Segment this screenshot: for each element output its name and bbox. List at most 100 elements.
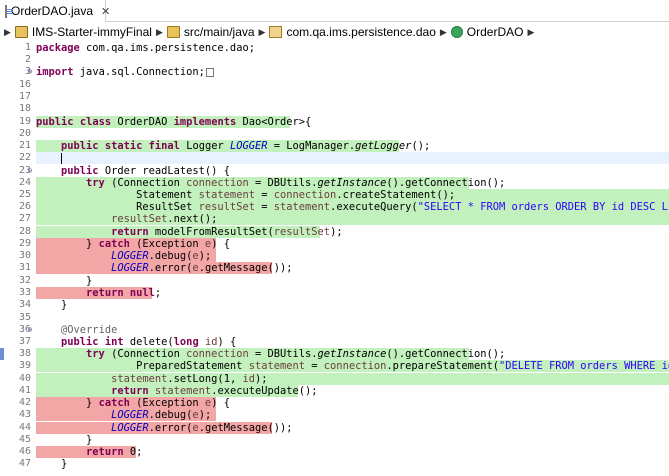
line-number: 47 bbox=[18, 458, 31, 469]
code-text: return modelFromResultSet(resultSet); bbox=[111, 226, 343, 238]
collapse-fold-icon[interactable]: ⊖ bbox=[26, 324, 34, 336]
chevron-right-icon[interactable]: ▶ bbox=[527, 27, 534, 38]
tab-orderdao-java[interactable]: OrderDAO.java ✕ bbox=[0, 0, 110, 22]
breadcrumb-item-class[interactable]: OrderDAO bbox=[450, 25, 524, 39]
code-text: resultSet.next(); bbox=[111, 213, 218, 225]
chevron-right-icon[interactable]: ▶ bbox=[440, 27, 447, 38]
package-icon bbox=[269, 26, 283, 38]
line-number: 31 bbox=[18, 262, 31, 273]
breadcrumb-item-package[interactable]: com.qa.ims.persistence.dao bbox=[269, 25, 436, 39]
line-number: 17 bbox=[18, 91, 31, 102]
code-line: 18 bbox=[0, 103, 669, 115]
line-number: 28 bbox=[18, 226, 31, 237]
code-text: try (Connection connection = DBUtils.get… bbox=[86, 177, 506, 189]
code-text: } catch (Exception e) { bbox=[36, 238, 230, 250]
code-line: 41 return statement.executeUpdate(); bbox=[0, 385, 669, 397]
code-editor[interactable]: 1 package com.qa.ims.persistence.dao; 2 … bbox=[0, 42, 669, 476]
line-number: 42 bbox=[18, 397, 31, 408]
chevron-right-icon[interactable]: ▶ bbox=[4, 27, 11, 38]
code-text: LOGGER.debug(e); bbox=[111, 250, 212, 262]
code-line: 23 ⊖ public Order readLatest() { bbox=[0, 165, 669, 177]
line-number: 43 bbox=[18, 409, 31, 420]
code-line: 38 try (Connection connection = DBUtils.… bbox=[0, 348, 669, 360]
code-text: public int delete(long id) { bbox=[61, 336, 237, 348]
breadcrumb-label: com.qa.ims.persistence.dao bbox=[286, 25, 436, 39]
line-number: 33 bbox=[18, 287, 31, 298]
code-line: 17 bbox=[0, 91, 669, 103]
code-line: 33 return null; bbox=[0, 287, 669, 299]
line-number: 25 bbox=[18, 189, 31, 200]
code-text: public class OrderDAO implements Dao<Ord… bbox=[36, 116, 312, 128]
line-number: 29 bbox=[18, 238, 31, 249]
line-number: 40 bbox=[18, 373, 31, 384]
java-file-icon bbox=[5, 4, 13, 18]
current-line-highlight bbox=[36, 152, 669, 164]
line-number: 46 bbox=[18, 446, 31, 457]
code-line: 19 public class OrderDAO implements Dao<… bbox=[0, 116, 669, 128]
code-line: 3 ⊕ import java.sql.Connection; bbox=[0, 66, 669, 78]
breadcrumb-label: OrderDAO bbox=[466, 25, 524, 39]
line-number: 44 bbox=[18, 422, 31, 433]
code-text: } bbox=[36, 458, 68, 470]
line-number: 32 bbox=[18, 275, 31, 286]
code-line: 45 } bbox=[0, 434, 669, 446]
code-line: 30 LOGGER.debug(e); bbox=[0, 250, 669, 262]
code-line: 32 } bbox=[0, 275, 669, 287]
code-line current-line: 22 bbox=[0, 152, 669, 164]
expand-fold-icon[interactable]: ⊕ bbox=[26, 66, 34, 78]
code-text: } bbox=[36, 434, 93, 446]
code-line: 21 public static final Logger LOGGER = L… bbox=[0, 140, 669, 152]
line-number: 35 bbox=[18, 312, 31, 323]
line-number: 30 bbox=[18, 250, 31, 261]
line-number: 37 bbox=[18, 336, 31, 347]
code-text: return statement.executeUpdate(); bbox=[111, 385, 318, 397]
collapse-fold-icon[interactable]: ⊖ bbox=[26, 165, 34, 177]
line-number: 41 bbox=[18, 385, 31, 396]
breadcrumb-item-project[interactable]: IMS-Starter-immyFinal bbox=[14, 25, 152, 39]
line-number: 34 bbox=[18, 299, 31, 310]
code-text: package com.qa.ims.persistence.dao; bbox=[36, 42, 255, 54]
line-number: 38 bbox=[18, 348, 31, 359]
code-text: return null; bbox=[86, 287, 162, 299]
chevron-right-icon[interactable]: ▶ bbox=[259, 27, 266, 38]
code-line: 36 ⊖ @Override bbox=[0, 324, 669, 336]
code-line: 46 return 0; bbox=[0, 446, 669, 458]
class-icon bbox=[450, 26, 463, 38]
code-line: 39 PreparedStatement statement = connect… bbox=[0, 360, 669, 372]
code-text: statement.setLong(1, id); bbox=[111, 373, 268, 385]
code-line: 2 bbox=[0, 54, 669, 66]
folded-region-icon bbox=[205, 67, 214, 77]
code-line: 24 try (Connection connection = DBUtils.… bbox=[0, 177, 669, 189]
line-number: 1 bbox=[24, 42, 31, 53]
code-text: ResultSet resultSet = statement.executeQ… bbox=[36, 201, 669, 213]
code-text: LOGGER.debug(e); bbox=[111, 409, 212, 421]
text-cursor bbox=[61, 152, 63, 164]
close-icon[interactable]: ✕ bbox=[101, 5, 110, 18]
code-line: 34 } bbox=[0, 299, 669, 311]
code-text bbox=[36, 152, 63, 164]
code-line: 1 package com.qa.ims.persistence.dao; bbox=[0, 42, 669, 54]
code-line: 44 LOGGER.error(e.getMessage()); bbox=[0, 422, 669, 434]
code-line: 28 return modelFromResultSet(resultSet); bbox=[0, 226, 669, 238]
chevron-right-icon[interactable]: ▶ bbox=[156, 27, 163, 38]
line-number: 22 bbox=[18, 152, 31, 163]
code-line: 20 bbox=[0, 128, 669, 140]
code-text: Statement statement = connection.createS… bbox=[36, 189, 456, 201]
code-line: 29 } catch (Exception e) { bbox=[0, 238, 669, 250]
code-text: try (Connection connection = DBUtils.get… bbox=[86, 348, 506, 360]
project-icon bbox=[14, 26, 28, 38]
source-folder-icon bbox=[166, 26, 180, 38]
tab-title: OrderDAO.java bbox=[11, 4, 94, 18]
breadcrumb-label: IMS-Starter-immyFinal bbox=[31, 25, 152, 39]
code-line: 43 LOGGER.debug(e); bbox=[0, 409, 669, 421]
breadcrumb-label: src/main/java bbox=[183, 25, 255, 39]
code-line: 25 Statement statement = connection.crea… bbox=[0, 189, 669, 201]
code-text: public Order readLatest() { bbox=[61, 165, 230, 177]
line-number: 26 bbox=[18, 201, 31, 212]
code-text: LOGGER.error(e.getMessage()); bbox=[111, 262, 293, 274]
code-line: 37 public int delete(long id) { bbox=[0, 336, 669, 360]
code-line: 26 ResultSet resultSet = statement.execu… bbox=[0, 201, 669, 213]
editor-tab-bar: OrderDAO.java ✕ bbox=[0, 0, 669, 22]
breadcrumb-item-source-folder[interactable]: src/main/java bbox=[166, 25, 255, 39]
code-text: return 0; bbox=[86, 446, 143, 458]
